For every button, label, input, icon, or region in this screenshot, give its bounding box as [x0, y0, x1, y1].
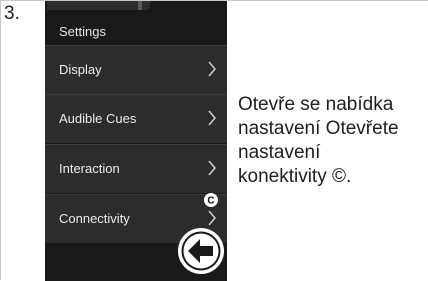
chevron-right-icon [208, 110, 216, 126]
callout-c-badge: C [204, 193, 218, 207]
device-top-mark [138, 1, 142, 10]
chevron-right-icon [208, 61, 216, 77]
step-number: 3. [4, 3, 20, 24]
device-top-edge [47, 1, 150, 10]
menu-item-label: Connectivity [59, 211, 130, 226]
chevron-right-icon [208, 210, 216, 226]
caption-line: Otevře se nabídka [238, 94, 394, 115]
callout-c-letter: C [207, 196, 214, 207]
caption-line: konektivity ©. [238, 166, 352, 187]
menu-item-audible-cues[interactable]: Audible Cues [45, 94, 227, 143]
arrow-left-circle-icon[interactable] [177, 227, 225, 275]
menu-item-display[interactable]: Display [45, 45, 227, 94]
menu-item-label: Display [59, 62, 102, 77]
menu-item-label: Audible Cues [59, 111, 137, 126]
caption-text: Otevře se nabídka nastavení Otevřete nas… [238, 93, 428, 189]
caption-line: nastavení Otevřete [238, 118, 399, 139]
menu-item-interaction[interactable]: Interaction [45, 144, 227, 193]
caption-line: nastavení [238, 142, 321, 163]
menu-item-label: Interaction [59, 161, 120, 176]
screen-title: Settings [59, 24, 106, 39]
device-screen: Settings Display Audible Cues Interactio… [45, 1, 227, 281]
chevron-right-icon [208, 160, 216, 176]
instruction-cell: 3. Settings Display Audible Cues Interac… [0, 0, 428, 281]
